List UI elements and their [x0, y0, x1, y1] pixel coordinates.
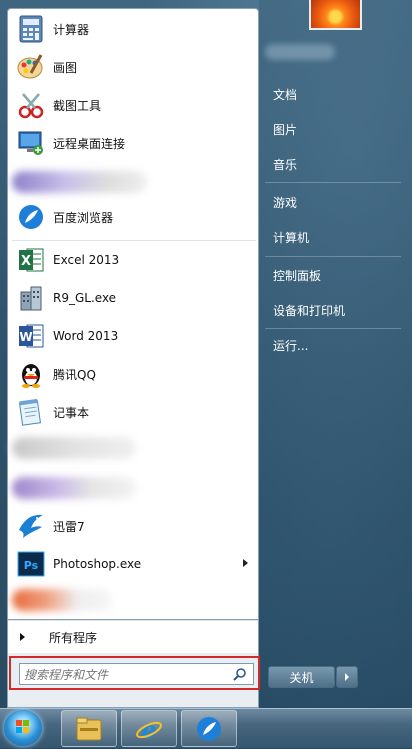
right-item-games[interactable]: 游戏 [269, 191, 403, 213]
program-label: 远程桌面连接 [53, 136, 126, 151]
program-label: Photoshop.exe [53, 557, 142, 571]
blurred-region [265, 44, 335, 60]
right-item-computer[interactable]: 计算机 [269, 226, 403, 248]
shutdown-options-button[interactable] [336, 666, 358, 688]
taskbar-file-explorer[interactable] [61, 710, 117, 747]
program-label: 截图工具 [53, 98, 102, 113]
baidu-browser-icon [197, 716, 221, 741]
blurred-program-item [12, 589, 112, 611]
svg-text:Ps: Ps [24, 559, 39, 572]
internet-explorer-icon: e [136, 715, 162, 743]
program-remote-desktop[interactable]: 远程桌面连接 [8, 125, 258, 161]
chevron-right-icon [345, 673, 349, 681]
submenu-arrow-icon[interactable] [243, 559, 248, 567]
svg-text:X: X [21, 254, 31, 269]
blurred-program-item [12, 437, 136, 459]
blurred-program-item [12, 171, 147, 193]
right-item-documents[interactable]: 文档 [269, 83, 403, 105]
separator [265, 328, 401, 329]
program-notepad[interactable]: 记事本 [8, 394, 258, 430]
all-programs-button[interactable]: 所有程序 [8, 620, 258, 653]
program-paint[interactable]: 画图 [8, 49, 258, 85]
file-explorer-icon [76, 717, 102, 740]
search-highlight-box [9, 656, 260, 690]
program-baidu-browser[interactable]: 百度浏览器 [8, 199, 258, 235]
snipping-tool-icon [16, 90, 46, 120]
program-calculator[interactable]: 计算器 [8, 11, 258, 47]
remote-desktop-icon [16, 128, 46, 158]
program-qq[interactable]: 腾讯QQ [8, 356, 258, 392]
program-label: R9_GL.exe [53, 291, 117, 305]
program-label: 记事本 [53, 405, 90, 420]
windows-logo-icon [16, 720, 29, 733]
blurred-program-item [12, 477, 136, 499]
program-label: Excel 2013 [53, 253, 120, 267]
calculator-icon [16, 14, 46, 44]
excel-icon: X [16, 245, 46, 275]
shutdown-button[interactable]: 关机 [268, 666, 335, 688]
baidu-browser-icon [16, 202, 46, 232]
separator [265, 256, 401, 257]
user-picture[interactable] [309, 0, 362, 30]
program-label: Word 2013 [53, 329, 119, 343]
program-xunlei[interactable]: 迅雷7 [8, 508, 258, 544]
program-label: 计算器 [53, 22, 90, 37]
right-item-pictures[interactable]: 图片 [269, 118, 403, 140]
program-excel[interactable]: X Excel 2013 [8, 242, 258, 278]
notepad-icon [16, 397, 46, 427]
start-button[interactable] [4, 710, 42, 746]
paint-icon [16, 52, 46, 82]
qq-penguin-icon [16, 359, 46, 389]
separator [12, 240, 256, 241]
building-icon [16, 283, 46, 313]
right-item-run[interactable]: 运行... [269, 334, 403, 356]
taskbar-baidu-browser[interactable] [181, 710, 237, 747]
separator [265, 182, 401, 183]
photoshop-icon: Ps [16, 549, 46, 579]
right-item-control-panel[interactable]: 控制面板 [269, 264, 403, 286]
program-label: 迅雷7 [53, 519, 85, 534]
program-snipping-tool[interactable]: 截图工具 [8, 87, 258, 123]
right-item-devices-printers[interactable]: 设备和打印机 [269, 299, 403, 321]
taskbar-internet-explorer[interactable]: e [121, 710, 177, 747]
program-word[interactable]: W Word 2013 [8, 318, 258, 354]
svg-text:W: W [19, 330, 32, 344]
program-photoshop[interactable]: Ps Photoshop.exe [8, 546, 258, 582]
expand-arrow-icon [20, 633, 25, 641]
program-label: 腾讯QQ [53, 367, 96, 382]
start-menu-programs-pane: 计算器 画图 截图工具 远程桌面连接 百度浏览器 X Excel 2013 R9… [7, 8, 259, 620]
word-icon: W [16, 321, 46, 351]
all-programs-label: 所有程序 [49, 631, 98, 645]
program-r9-gl[interactable]: R9_GL.exe [8, 280, 258, 316]
program-label: 百度浏览器 [53, 210, 114, 225]
svg-text:e: e [141, 715, 156, 743]
program-label: 画图 [53, 60, 78, 75]
xunlei-bird-icon [16, 511, 46, 541]
right-item-music[interactable]: 音乐 [269, 153, 403, 175]
